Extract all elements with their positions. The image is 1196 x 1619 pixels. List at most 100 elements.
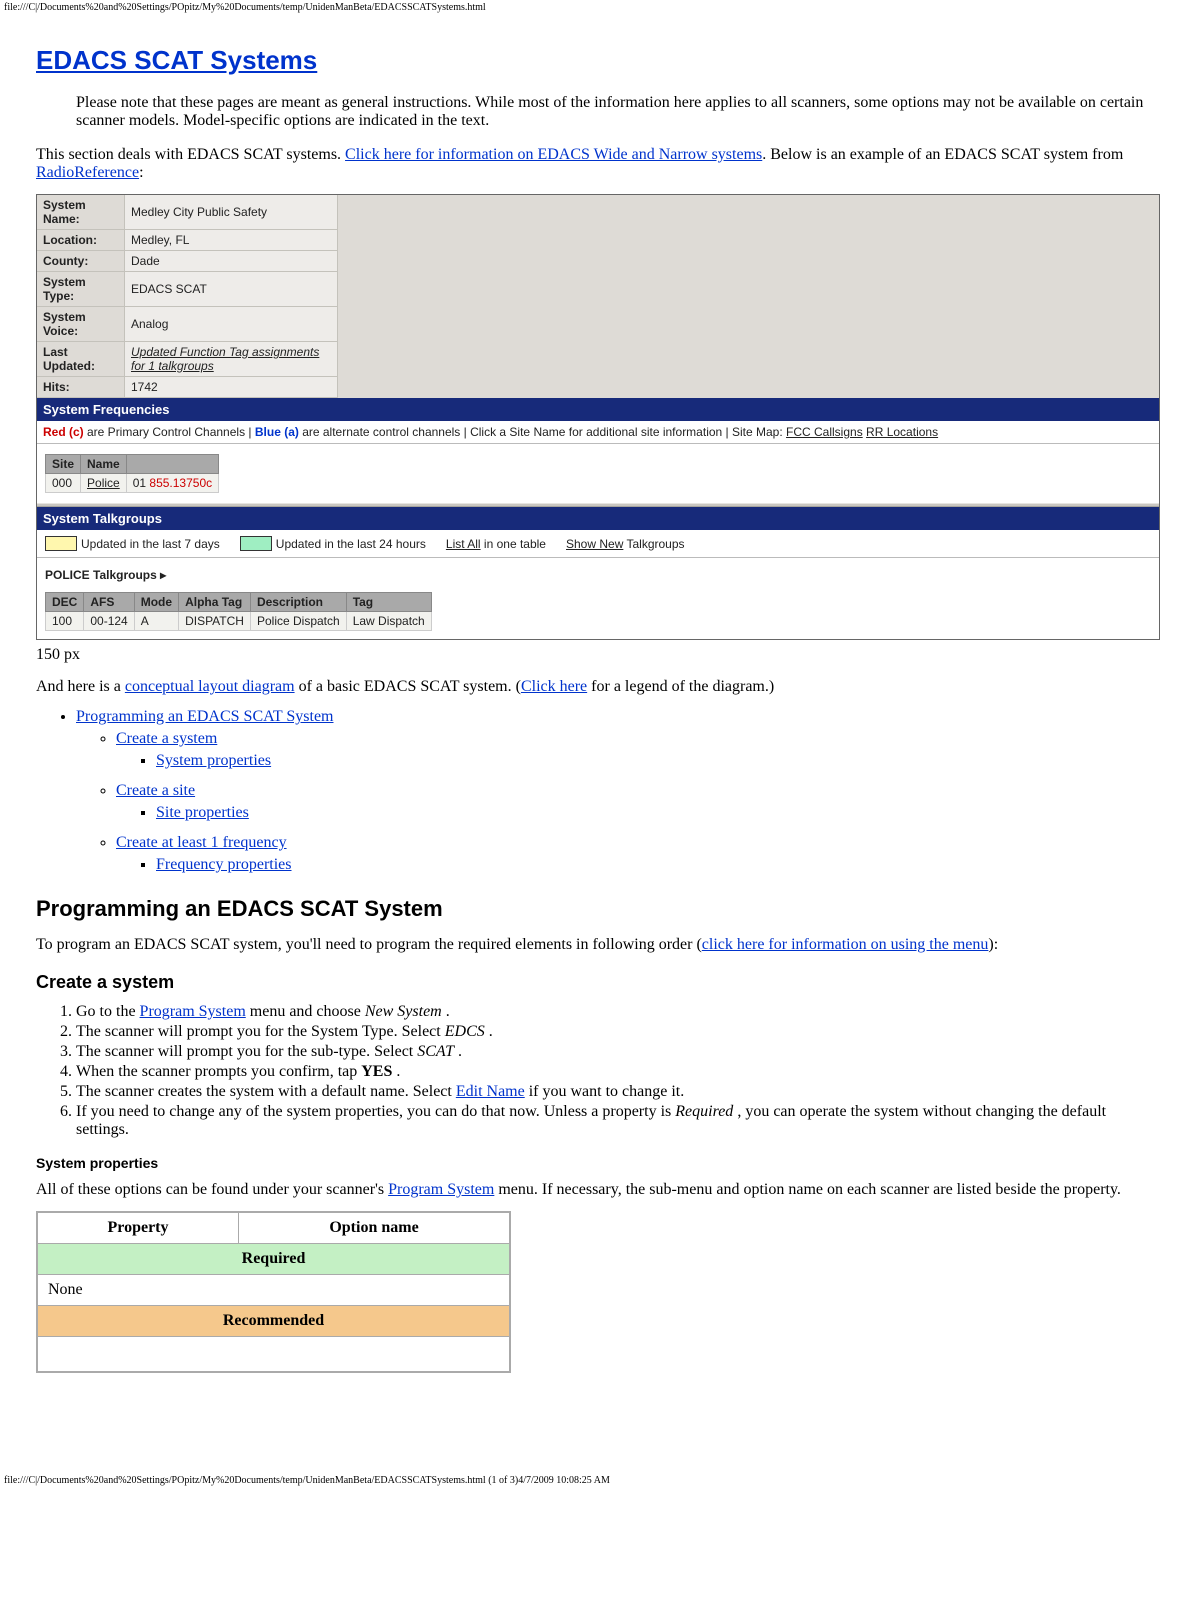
intro-mid: . Below is an example of an EDACS SCAT s… (762, 146, 1123, 163)
toc-system-properties[interactable]: System properties (156, 752, 271, 769)
page-content: EDACS SCAT Systems Please note that thes… (0, 15, 1196, 1473)
label-county: County: (37, 251, 125, 272)
layout-diagram-link[interactable]: conceptual layout diagram (125, 678, 295, 695)
step-1-em: New System (365, 1003, 442, 1020)
value-system-type: EDACS SCAT (125, 272, 338, 307)
step-1: Go to the Program System menu and choose… (76, 1003, 1160, 1021)
site-name-link[interactable]: Police (87, 476, 120, 490)
site-freq: 855.13750c (149, 476, 212, 490)
site-id: 000 (46, 474, 81, 493)
site-table-area: Site Name 000 Police 01 855.13750c (37, 444, 1159, 503)
edacs-wide-narrow-link[interactable]: Click here for information on EDACS Wide… (345, 146, 762, 163)
file-path-bottom: file:///C|/Documents%20and%20Settings/PO… (0, 1473, 1196, 1488)
site-ch: 01 (133, 476, 146, 490)
value-location: Medley, FL (125, 230, 338, 251)
list-all-link[interactable]: List All (446, 537, 481, 551)
diagram-mid: of a basic EDACS SCAT system. ( (295, 678, 521, 695)
diagram-pre: And here is a (36, 678, 125, 695)
step-2: The scanner will prompt you for the Syst… (76, 1023, 1160, 1041)
value-hits: 1742 (125, 377, 338, 398)
col-name: Name (81, 455, 127, 474)
program-pre: To program an EDACS SCAT system, you'll … (36, 936, 702, 953)
tg-tag: Law Dispatch (346, 612, 431, 631)
value-system-name: Medley City Public Safety (125, 195, 338, 230)
value-county: Dade (125, 251, 338, 272)
row-required: Required (37, 1244, 510, 1275)
sysprops-paragraph: All of these options can be found under … (36, 1181, 1160, 1199)
menu-info-link[interactable]: click here for information on using the … (702, 936, 989, 953)
legend-red: Red (c) (43, 425, 84, 439)
step-2-em: EDCS (445, 1023, 485, 1040)
toc-create-site[interactable]: Create a site (116, 782, 195, 799)
intro-pre: This section deals with EDACS SCAT syste… (36, 146, 345, 163)
tg-alpha: DISPATCH (179, 612, 251, 631)
note-paragraph: Please note that these pages are meant a… (76, 94, 1160, 130)
label-system-type: System Type: (37, 272, 125, 307)
sysprops-pre: All of these options can be found under … (36, 1181, 388, 1198)
page-title: EDACS SCAT Systems (36, 45, 1160, 76)
talkgroup-table: DEC AFS Mode Alpha Tag Description Tag 1… (45, 592, 432, 631)
step-4-bold: YES (361, 1063, 392, 1080)
legend-blue: Blue (a) (255, 425, 299, 439)
edit-name-link[interactable]: Edit Name (456, 1083, 525, 1100)
image-caption: 150 px (36, 646, 1160, 664)
step-6: If you need to change any of the system … (76, 1103, 1160, 1139)
system-talkgroups-header: System Talkgroups (37, 507, 1159, 530)
step-6-em: Required (675, 1103, 733, 1120)
radioreference-link[interactable]: RadioReference (36, 164, 139, 181)
tg-afs: 00-124 (84, 612, 134, 631)
rr-locations-link[interactable]: RR Locations (866, 425, 938, 439)
legend-blue-post: are alternate control channels | Click a… (299, 425, 786, 439)
toc-create-system[interactable]: Create a system (116, 730, 217, 747)
site-row: 000 Police 01 855.13750c (46, 474, 219, 493)
toc-site-properties[interactable]: Site properties (156, 804, 249, 821)
swatch-7days-icon (45, 536, 77, 551)
properties-table: Property Option name Required None Recom… (36, 1211, 511, 1373)
swatch-24h-icon (240, 536, 272, 551)
toc-create-frequency[interactable]: Create at least 1 frequency (116, 834, 287, 851)
label-24h: Updated in the last 24 hours (276, 537, 426, 551)
col-option-name: Option name (239, 1212, 511, 1244)
tg-desc: Police Dispatch (250, 612, 346, 631)
col-mode: Mode (134, 593, 178, 612)
tg-dec: 100 (46, 612, 84, 631)
diagram-post: for a legend of the diagram.) (587, 678, 774, 695)
col-site: Site (46, 455, 81, 474)
step-3: The scanner will prompt you for the sub-… (76, 1043, 1160, 1061)
show-new-link[interactable]: Show New (566, 537, 623, 551)
intro-post: : (139, 164, 143, 181)
toc-programming[interactable]: Programming an EDACS SCAT System (76, 708, 334, 725)
col-freq (126, 455, 218, 474)
program-system-link-2[interactable]: Program System (388, 1181, 494, 1198)
value-last-updated: Updated Function Tag assignments for 1 t… (125, 342, 338, 377)
programming-paragraph: To program an EDACS SCAT system, you'll … (36, 936, 1160, 954)
col-dec: DEC (46, 593, 84, 612)
row-recommended: Recommended (37, 1306, 510, 1337)
intro-paragraph: This section deals with EDACS SCAT syste… (36, 146, 1160, 182)
label-last-updated: Last Updated: (37, 342, 125, 377)
row-none: None (37, 1275, 510, 1306)
fcc-callsigns-link[interactable]: FCC Callsigns (786, 425, 863, 439)
freq-legend: Red (c) are Primary Control Channels | B… (37, 421, 1159, 444)
site-table: Site Name 000 Police 01 855.13750c (45, 454, 219, 493)
col-property: Property (37, 1212, 239, 1244)
toc-frequency-properties[interactable]: Frequency properties (156, 856, 292, 873)
talkgroup-legend: Updated in the last 7 days Updated in th… (37, 530, 1159, 558)
row-empty (37, 1337, 510, 1373)
diagram-legend-link[interactable]: Click here (521, 678, 587, 695)
example-screenshot: System Name:Medley City Public Safety Lo… (36, 194, 1160, 640)
col-tag: Tag (346, 593, 431, 612)
file-path-top: file:///C|/Documents%20and%20Settings/PO… (0, 0, 1196, 15)
legend-red-post: are Primary Control Channels | (84, 425, 255, 439)
label-7days: Updated in the last 7 days (81, 537, 220, 551)
talkgroup-row: 100 00-124 A DISPATCH Police Dispatch La… (46, 612, 432, 631)
show-new-post: Talkgroups (623, 537, 684, 551)
label-location: Location: (37, 230, 125, 251)
label-system-name: System Name: (37, 195, 125, 230)
col-alphatag: Alpha Tag (179, 593, 251, 612)
step-5: The scanner creates the system with a de… (76, 1083, 1160, 1101)
label-system-voice: System Voice: (37, 307, 125, 342)
program-system-link[interactable]: Program System (140, 1003, 246, 1020)
sysprops-post: menu. If necessary, the sub-menu and opt… (494, 1181, 1121, 1198)
step-3-em: SCAT (417, 1043, 454, 1060)
